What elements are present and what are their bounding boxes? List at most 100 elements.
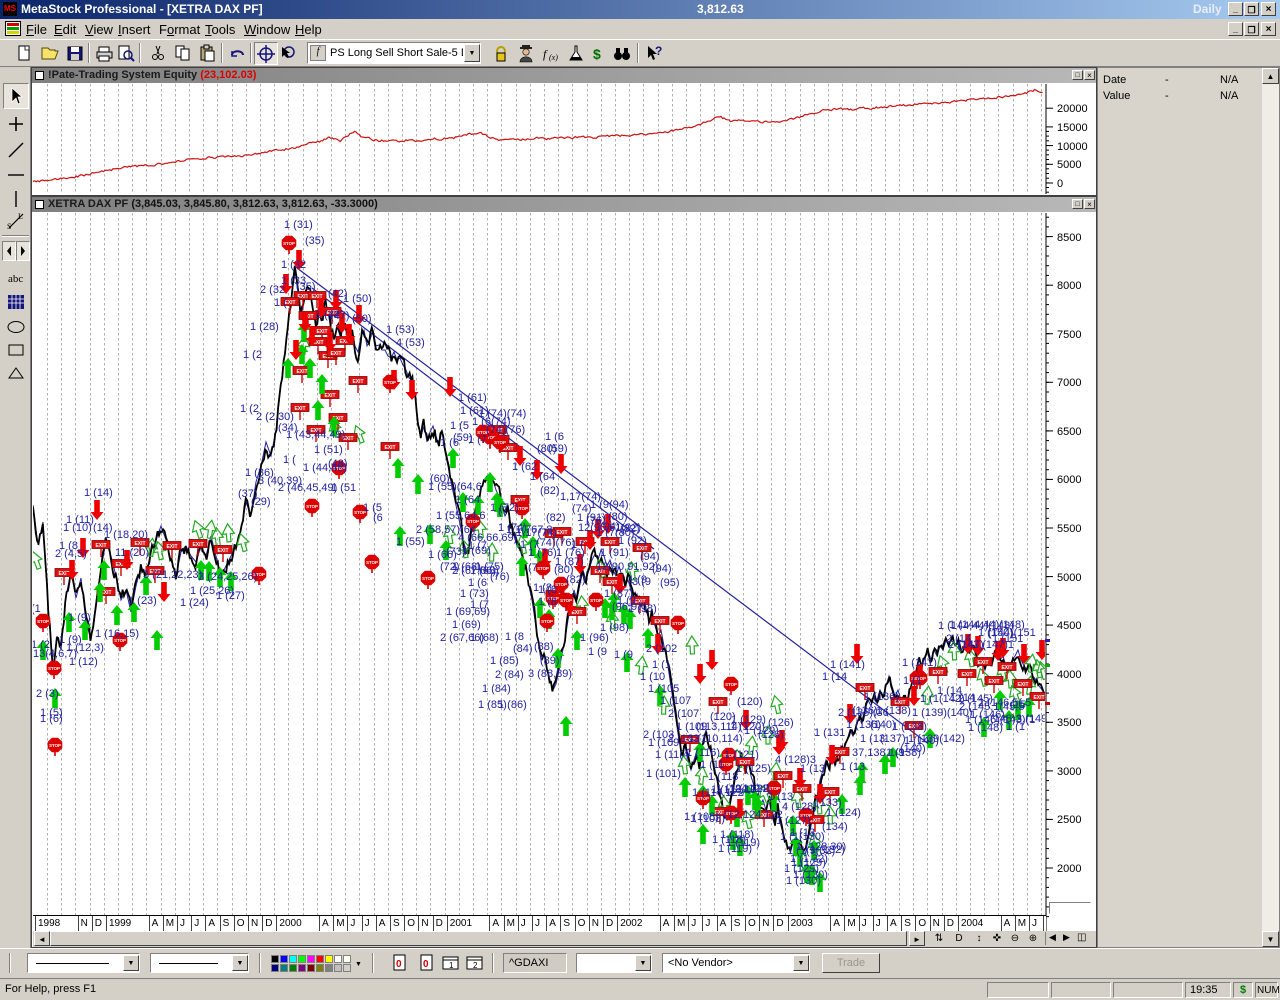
svg-text:(7: (7	[528, 562, 538, 574]
svg-text:1 (9(94): 1 (9(94)	[590, 499, 629, 511]
svg-text:1 (16,15): 1 (16,15)	[95, 628, 139, 640]
svg-text:1 (76): 1 (76)	[528, 547, 557, 559]
svg-text:6000: 6000	[1057, 474, 1081, 486]
svg-text:(84): (84)	[513, 643, 533, 655]
svg-text:1 (14): 1 (14)	[84, 487, 113, 499]
svg-text:1 (23): 1 (23)	[128, 595, 157, 607]
svg-text:2 (46,45,49): 2 (46,45,49)	[278, 482, 337, 494]
svg-text:1 (9: 1 (9	[617, 595, 636, 607]
svg-text:1 (1(130): 1 (1(130)	[780, 831, 825, 843]
svg-text:1 (148): 1 (148)	[968, 722, 1003, 734]
svg-text:1 (69): 1 (69)	[462, 545, 491, 557]
svg-text:3 (9: 3 (9	[632, 576, 651, 588]
svg-text:(140): (140)	[900, 743, 926, 755]
svg-text:1 (9: 1 (9	[614, 649, 633, 661]
svg-text:(144)(151: (144)(151	[988, 627, 1036, 639]
svg-text:2 (107: 2 (107	[668, 708, 699, 720]
svg-text:1 (55)(64,6: 1 (55)(64,6	[428, 481, 482, 493]
svg-text:1 (96): 1 (96)	[580, 632, 609, 644]
svg-text:1 (8: 1 (8	[538, 596, 557, 608]
svg-text:$: $	[593, 46, 601, 62]
svg-text:1 (84): 1 (84)	[482, 683, 511, 695]
svg-text:1 (129): 1 (129)	[731, 714, 766, 726]
svg-text:1 (27): 1 (27)	[216, 590, 245, 602]
svg-text:1 (55): 1 (55)	[396, 536, 425, 548]
svg-text:1 (43,44,49): 1 (43,44,49)	[286, 429, 345, 441]
svg-text:(12,124,122: (12,124,122	[724, 809, 783, 821]
svg-text:2 (84): 2 (84)	[495, 669, 524, 681]
svg-text:1 (53): 1 (53)	[386, 324, 415, 336]
svg-text:1 (55,64,6: 1 (55,64,6	[436, 510, 486, 522]
svg-text:(136): (136)	[852, 705, 878, 717]
svg-text:1 (10): 1 (10)	[63, 522, 92, 534]
svg-text:(x): (x)	[549, 53, 558, 62]
svg-text:1 (13: 1 (13	[840, 761, 865, 773]
svg-text:7000: 7000	[1057, 377, 1081, 389]
svg-text:1 (125): 1 (125)	[736, 763, 771, 775]
svg-text:(94): (94)	[640, 551, 660, 563]
svg-text:(6: (6	[373, 512, 383, 524]
svg-text:(133): (133)	[816, 797, 842, 809]
svg-text:1 (62: 1 (62	[512, 461, 537, 473]
svg-text:15000: 15000	[1057, 122, 1088, 134]
svg-text:1 (121): 1 (121)	[724, 749, 759, 761]
svg-text:1 (11: 1 (11	[700, 759, 724, 771]
svg-text:2500: 2500	[1057, 814, 1081, 826]
svg-text:1 (: 1 (	[283, 454, 296, 466]
svg-text:1 (31): 1 (31)	[284, 219, 313, 231]
svg-text:1 (68): 1 (68)	[470, 632, 499, 644]
svg-text:1 (10: 1 (10	[640, 671, 665, 683]
svg-text:3 (88,89): 3 (88,89)	[528, 668, 572, 680]
svg-text:1 (13: 1 (13	[800, 763, 825, 775]
svg-text:1 (118: 1 (118	[708, 771, 738, 783]
svg-text:3 (21,22,23): 3 (21,22,23)	[143, 569, 202, 581]
svg-text:0: 0	[423, 959, 429, 970]
svg-text:2 (102: 2 (102	[646, 643, 677, 655]
svg-text:1 (24): 1 (24)	[180, 597, 209, 609]
svg-text:1 (141): 1 (141)	[902, 657, 937, 669]
svg-text:20000: 20000	[1057, 103, 1088, 115]
svg-text:(95): (95)	[660, 577, 680, 589]
svg-text:3000: 3000	[1057, 766, 1081, 778]
svg-text:2 (32: 2 (32	[260, 284, 285, 296]
svg-text:(88): (88)	[534, 641, 554, 653]
svg-text:(134): (134)	[822, 821, 848, 833]
svg-text:1 (12): 1 (12)	[69, 656, 98, 668]
svg-text:1 (7: 1 (7	[468, 434, 487, 446]
svg-text:4 (53): 4 (53)	[396, 337, 425, 349]
svg-text:4500: 4500	[1057, 620, 1081, 632]
svg-text:(126): (126)	[758, 729, 784, 741]
svg-text:1 (87): 1 (87)	[555, 556, 584, 568]
svg-text:1 (5: 1 (5	[450, 420, 469, 432]
svg-text:1 (18,20): 1 (18,20)	[104, 529, 148, 541]
svg-text:1 (6): 1 (6)	[40, 713, 63, 725]
svg-text:1 (138): 1 (138)	[876, 705, 911, 717]
svg-text:1: 1	[449, 961, 454, 970]
svg-text:1 (119): 1 (119)	[726, 837, 760, 849]
svg-text:1 (105: 1 (105	[648, 683, 679, 695]
svg-text:(80): (80)	[537, 443, 557, 455]
svg-text:6500: 6500	[1057, 426, 1081, 438]
svg-text:8000: 8000	[1057, 280, 1081, 292]
svg-text:2 (3): 2 (3)	[36, 688, 59, 700]
svg-text:1 (101): 1 (101)	[646, 768, 681, 780]
svg-text:(94): (94)	[600, 521, 620, 533]
svg-text:1 (9): 1 (9)	[68, 612, 91, 624]
svg-text:1 (109: 1 (109	[648, 737, 679, 749]
svg-text:(50): (50)	[352, 313, 372, 325]
svg-text:1 (2: 1 (2	[33, 639, 50, 651]
svg-text:1 (118,19): 1 (118,19)	[711, 784, 760, 796]
svg-text:(35): (35)	[305, 235, 325, 247]
svg-text:1 (66): 1 (66)	[428, 549, 457, 561]
svg-text:S: S	[7, 222, 11, 231]
svg-text:1 (32: 1 (32	[281, 259, 306, 271]
svg-text:1 (116): 1 (116)	[686, 747, 720, 759]
svg-text:4 (128): 4 (128)	[782, 801, 817, 813]
svg-text:10000: 10000	[1057, 141, 1088, 153]
svg-text:(120): (120)	[737, 696, 763, 708]
svg-text:8500: 8500	[1057, 232, 1081, 244]
svg-text:1 (130): 1 (130)	[793, 869, 828, 881]
svg-text:1 (1(9(32): 1 (1(9(32)	[787, 845, 835, 857]
svg-text:(1: (1	[33, 603, 41, 615]
svg-text:1 (6: 1 (6	[440, 437, 459, 449]
